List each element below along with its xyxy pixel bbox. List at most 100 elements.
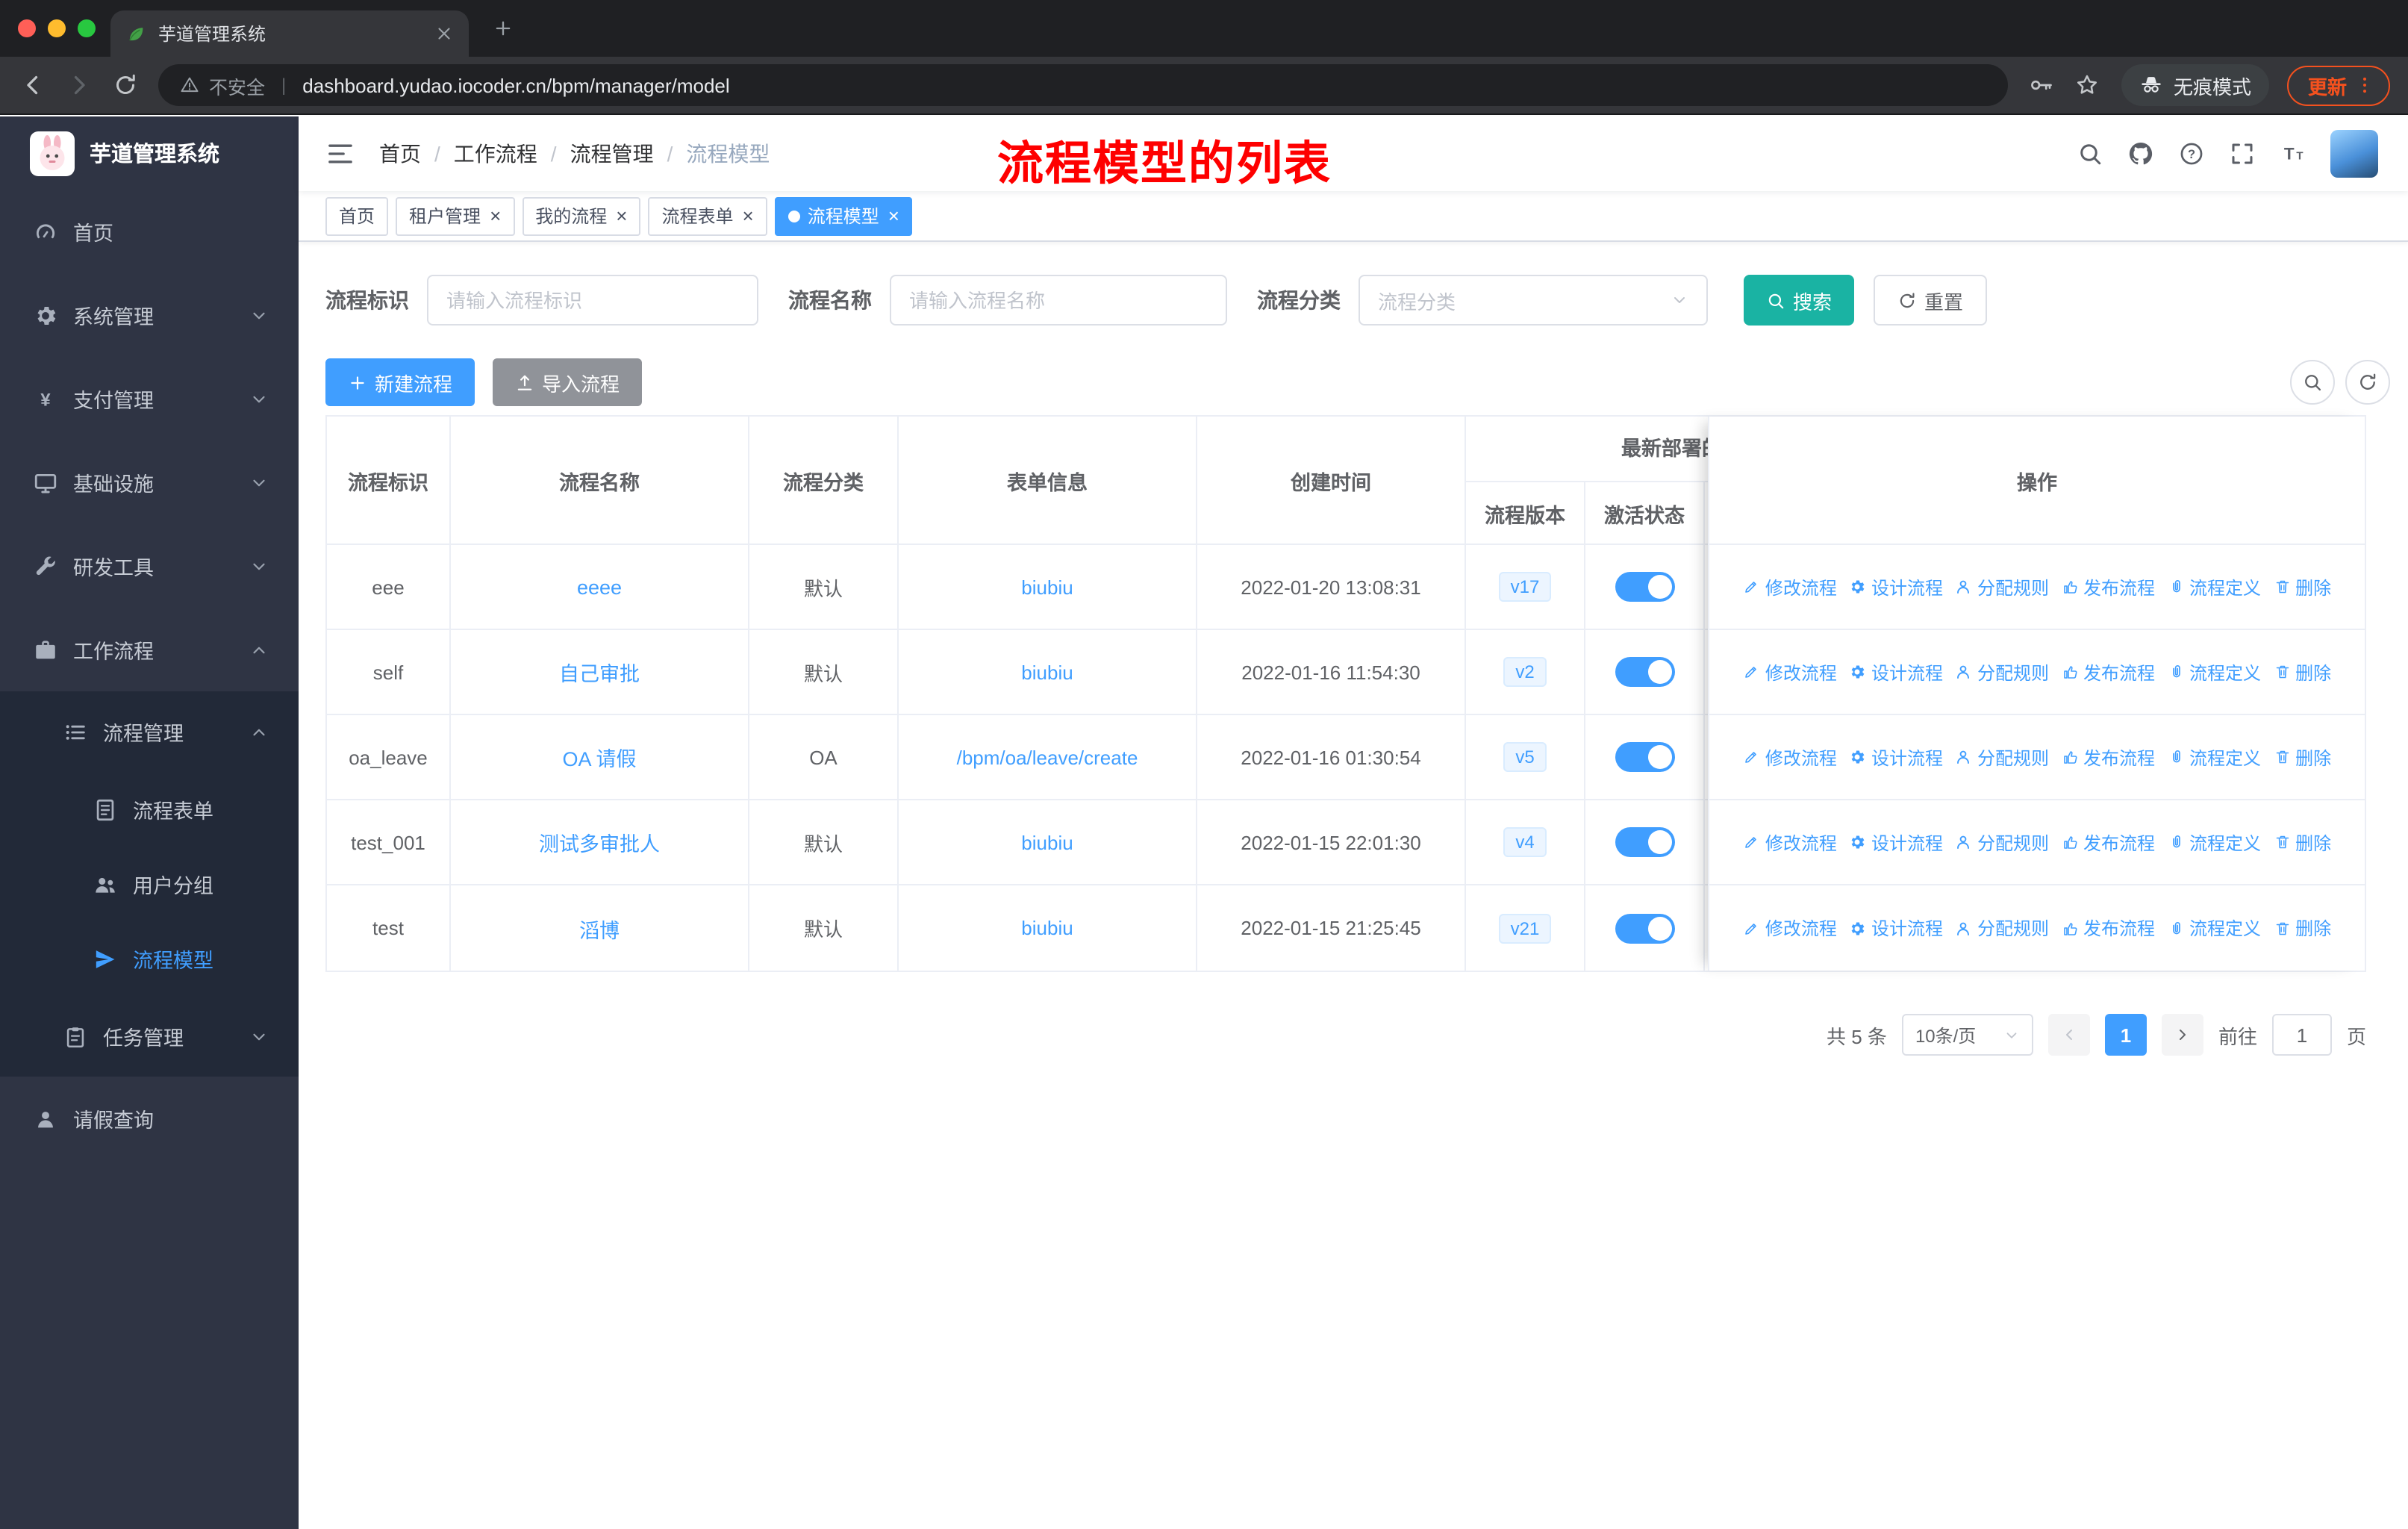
close-window-button[interactable]: [18, 19, 36, 37]
active-toggle[interactable]: [1615, 827, 1674, 857]
process-name-input[interactable]: [890, 275, 1227, 326]
minimize-window-button[interactable]: [48, 19, 66, 37]
help-icon[interactable]: ?: [2178, 140, 2205, 167]
chrome-update-button[interactable]: 更新: [2286, 65, 2390, 105]
publish-action-link[interactable]: 发布流程: [2061, 659, 2155, 685]
user-avatar[interactable]: [2330, 130, 2378, 178]
delete-action-link[interactable]: 删除: [2273, 574, 2331, 600]
version-badge[interactable]: v2: [1503, 657, 1547, 687]
sidebar-item-系统管理[interactable]: 系统管理: [0, 273, 299, 357]
browser-menu-icon[interactable]: [2354, 75, 2375, 96]
page-size-select[interactable]: 10条/页: [1901, 1014, 2033, 1056]
tag-流程表单[interactable]: 流程表单 ×: [648, 196, 767, 235]
design-action-link[interactable]: 设计流程: [1849, 574, 1943, 600]
active-toggle[interactable]: [1615, 742, 1674, 772]
app-logo[interactable]: 芋道管理系统: [0, 116, 299, 190]
goto-page-input[interactable]: [2271, 1014, 2332, 1056]
address-bar[interactable]: 不安全 | dashboard.yudao.iocoder.cn/bpm/man…: [158, 64, 2008, 106]
breadcrumb-item-工作流程[interactable]: 工作流程: [454, 139, 537, 169]
assign-action-link[interactable]: 分配规则: [1955, 574, 2049, 600]
back-button[interactable]: [19, 72, 46, 99]
definition-action-link[interactable]: 流程定义: [2167, 744, 2261, 770]
process-name-link[interactable]: OA 请假: [562, 742, 636, 772]
form-info-link[interactable]: biubiu: [1021, 831, 1073, 853]
forward-button[interactable]: [66, 72, 93, 99]
active-toggle[interactable]: [1615, 913, 1674, 943]
breadcrumb-item-流程管理[interactable]: 流程管理: [570, 139, 654, 169]
design-action-link[interactable]: 设计流程: [1849, 744, 1943, 770]
category-select[interactable]: 流程分类: [1359, 275, 1708, 326]
sidebar-toggle-icon[interactable]: [325, 139, 355, 169]
breadcrumb-item-首页[interactable]: 首页: [379, 139, 421, 169]
assign-action-link[interactable]: 分配规则: [1955, 915, 2049, 941]
edit-action-link[interactable]: 修改流程: [1743, 744, 1837, 770]
edit-action-link[interactable]: 修改流程: [1743, 659, 1837, 685]
sidebar-item-请假查询[interactable]: 请假查询: [0, 1077, 299, 1160]
password-manager-icon[interactable]: [2027, 72, 2054, 99]
edit-action-link[interactable]: 修改流程: [1743, 829, 1837, 855]
sidebar-item-研发工具[interactable]: 研发工具: [0, 524, 299, 608]
tag-close-icon[interactable]: ×: [490, 206, 501, 225]
process-name-link[interactable]: eeee: [577, 576, 622, 598]
version-badge[interactable]: v17: [1498, 572, 1552, 602]
sidebar-item-流程管理[interactable]: 流程管理: [0, 691, 299, 772]
edit-action-link[interactable]: 修改流程: [1743, 574, 1837, 600]
sidebar-item-任务管理[interactable]: 任务管理: [0, 996, 299, 1077]
zoom-window-button[interactable]: [78, 19, 96, 37]
assign-action-link[interactable]: 分配规则: [1955, 744, 2049, 770]
active-toggle[interactable]: [1615, 657, 1674, 687]
sidebar-item-流程模型[interactable]: 流程模型: [0, 921, 299, 996]
delete-action-link[interactable]: 删除: [2273, 744, 2331, 770]
version-badge[interactable]: v5: [1503, 742, 1547, 772]
process-name-link[interactable]: 滔博: [579, 913, 620, 943]
header-search-icon[interactable]: [2077, 140, 2103, 167]
sidebar-item-支付管理[interactable]: ¥ 支付管理: [0, 357, 299, 440]
import-process-button[interactable]: 导入流程: [493, 358, 643, 406]
form-info-link[interactable]: biubiu: [1021, 576, 1073, 598]
form-info-link[interactable]: /bpm/oa/leave/create: [957, 746, 1138, 768]
fullscreen-icon[interactable]: [2229, 140, 2256, 167]
tag-close-icon[interactable]: ×: [616, 206, 627, 225]
design-action-link[interactable]: 设计流程: [1849, 915, 1943, 941]
security-warning-icon[interactable]: [179, 75, 200, 96]
sidebar-item-首页[interactable]: 首页: [0, 190, 299, 273]
delete-action-link[interactable]: 删除: [2273, 829, 2331, 855]
assign-action-link[interactable]: 分配规则: [1955, 829, 2049, 855]
font-size-icon[interactable]: TT: [2280, 140, 2306, 167]
reset-button[interactable]: 重置: [1874, 275, 1988, 326]
show-search-button[interactable]: [2290, 360, 2335, 405]
design-action-link[interactable]: 设计流程: [1849, 659, 1943, 685]
design-action-link[interactable]: 设计流程: [1849, 829, 1943, 855]
form-info-link[interactable]: biubiu: [1021, 661, 1073, 683]
assign-action-link[interactable]: 分配规则: [1955, 659, 2049, 685]
publish-action-link[interactable]: 发布流程: [2061, 744, 2155, 770]
process-name-link[interactable]: 自己审批: [559, 657, 640, 687]
tab-close-icon[interactable]: [434, 24, 454, 43]
new-tab-button[interactable]: [493, 18, 514, 39]
github-icon[interactable]: [2127, 140, 2154, 167]
publish-action-link[interactable]: 发布流程: [2061, 829, 2155, 855]
sidebar-item-基础设施[interactable]: 基础设施: [0, 440, 299, 524]
tag-首页[interactable]: 首页: [325, 196, 389, 235]
tag-我的流程[interactable]: 我的流程 ×: [522, 196, 641, 235]
tag-租户管理[interactable]: 租户管理 ×: [396, 196, 515, 235]
tag-close-icon[interactable]: ×: [888, 206, 899, 225]
delete-action-link[interactable]: 删除: [2273, 915, 2331, 941]
reload-button[interactable]: [112, 72, 139, 99]
publish-action-link[interactable]: 发布流程: [2061, 915, 2155, 941]
version-badge[interactable]: v21: [1498, 913, 1552, 943]
sidebar-item-用户分组[interactable]: 用户分组: [0, 847, 299, 921]
bookmark-star-icon[interactable]: [2074, 72, 2100, 99]
process-name-link[interactable]: 测试多审批人: [539, 827, 660, 857]
definition-action-link[interactable]: 流程定义: [2167, 574, 2261, 600]
sidebar-item-工作流程[interactable]: 工作流程: [0, 608, 299, 691]
definition-action-link[interactable]: 流程定义: [2167, 659, 2261, 685]
definition-action-link[interactable]: 流程定义: [2167, 829, 2261, 855]
form-info-link[interactable]: biubiu: [1021, 917, 1073, 939]
browser-tab[interactable]: 芋道管理系统: [110, 10, 469, 57]
process-id-input[interactable]: [427, 275, 758, 326]
next-page-button[interactable]: [2161, 1014, 2203, 1056]
active-toggle[interactable]: [1615, 572, 1674, 602]
search-button[interactable]: 搜索: [1744, 275, 1855, 326]
refresh-table-button[interactable]: [2345, 360, 2390, 405]
